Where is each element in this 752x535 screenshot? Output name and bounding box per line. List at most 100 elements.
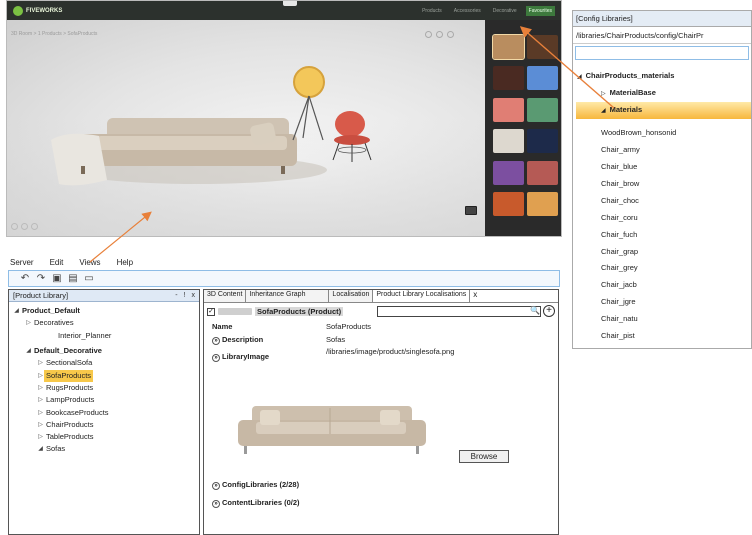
zoom-in-icon[interactable] [425, 31, 432, 38]
close-tab-icon[interactable]: x [470, 290, 480, 302]
tree-item[interactable]: ▷ ChairProducts [9, 419, 199, 431]
expand-icon[interactable]: » [212, 500, 220, 508]
tree-item[interactable]: ▷ BookcaseProducts [9, 406, 199, 418]
config-tree-item[interactable]: Chair_choc [601, 196, 639, 205]
config-tree-item[interactable]: Chair_grey [601, 263, 638, 272]
collapsed-arrow-icon[interactable]: ▷ [37, 357, 44, 369]
expand-icon[interactable]: » [212, 337, 220, 345]
viewer-tab-favourites[interactable]: Favourites [525, 5, 555, 16]
undo-icon[interactable]: ↶ [19, 273, 31, 285]
expanded-arrow-icon[interactable]: ◢ [37, 443, 44, 455]
collapsed-arrow-icon[interactable]: ▷ [601, 91, 606, 97]
rotate-icon[interactable] [447, 31, 454, 38]
expanded-arrow-icon[interactable]: ◢ [25, 345, 32, 357]
config-filter-input[interactable] [575, 46, 749, 60]
tab-inheritance-graph[interactable]: Inheritance Graph [246, 290, 330, 302]
tree-item[interactable]: ▷ RugsProducts [9, 382, 199, 394]
collapsed-arrow-icon[interactable]: ▷ [37, 370, 44, 382]
expanded-arrow-icon[interactable]: ◢ [13, 305, 20, 317]
config-tree-item[interactable]: ◢ ChairProducts_materials [577, 71, 674, 80]
tree-item[interactable]: ▷ Decoratives [9, 317, 199, 329]
3d-viewer[interactable]: FIVEWORKS Products Accessories Decorativ… [6, 0, 562, 237]
material-swatch[interactable] [527, 129, 558, 153]
material-swatch[interactable] [493, 161, 524, 185]
expand-icon[interactable]: » [212, 354, 220, 362]
tab-3d-content[interactable]: 3D Content [204, 290, 247, 302]
product-checkbox[interactable]: ✓ [207, 307, 215, 316]
tree-item[interactable]: ◢ Sofas [9, 443, 199, 455]
name-value[interactable]: SofaProducts [326, 322, 371, 331]
config-tree-item[interactable]: Chair_coru [601, 213, 638, 222]
zoom-out-icon[interactable] [436, 31, 443, 38]
viewer-tab-accessories[interactable]: Accessories [451, 6, 484, 16]
material-swatch[interactable] [493, 129, 524, 153]
config-tree-item[interactable]: WoodBrown_honsonid [601, 128, 676, 137]
minimize-button[interactable]: - [175, 292, 177, 299]
expand-icon[interactable]: » [212, 482, 220, 490]
pan-icon[interactable] [21, 223, 28, 230]
menu-server[interactable]: Server [10, 258, 34, 267]
material-swatch[interactable] [527, 161, 558, 185]
collapsed-arrow-icon[interactable]: ▷ [37, 419, 44, 431]
menu-help[interactable]: Help [117, 258, 133, 267]
save-icon[interactable]: ▣ [51, 273, 63, 285]
config-tree-item[interactable]: Chair_army [601, 145, 640, 154]
fullscreen-icon[interactable] [465, 206, 477, 215]
library-image-path[interactable]: /libraries/image/product/singlesofa.png [326, 347, 454, 356]
menu-views[interactable]: Views [79, 258, 100, 267]
tree-item[interactable]: ▷ SectionalSofa [9, 357, 199, 369]
menu-edit[interactable]: Edit [50, 258, 64, 267]
tab-product-library-localisations[interactable]: Product Library Localisations [373, 290, 471, 302]
collapsed-arrow-icon[interactable]: ▷ [37, 394, 44, 406]
description-value[interactable]: Sofas [326, 335, 345, 344]
material-swatch[interactable] [527, 98, 558, 122]
3d-scene[interactable] [7, 20, 485, 236]
config-tree-item[interactable]: Chair_grap [601, 247, 638, 256]
pin-button[interactable]: ! [184, 292, 186, 299]
collapsed-arrow-icon[interactable]: ▷ [37, 431, 44, 443]
viewer-tab-products[interactable]: Products [419, 6, 445, 16]
material-swatch[interactable] [527, 192, 558, 216]
config-tree-item[interactable]: Chair_jgre [601, 297, 636, 306]
tree-item[interactable]: ◢ Product_Default [9, 305, 199, 317]
redo-icon[interactable]: ↷ [35, 273, 47, 285]
material-swatch[interactable] [527, 35, 558, 59]
config-path[interactable]: /libraries/ChairProducts/config/ChairPr [573, 27, 751, 44]
config-tree-item[interactable]: Chair_pist [601, 331, 635, 340]
viewer-tab-decorative[interactable]: Decorative [490, 6, 520, 16]
description-row[interactable]: » Description [212, 335, 263, 345]
config-tree-item[interactable]: Chair_jacb [601, 280, 637, 289]
collapsed-arrow-icon[interactable]: ▷ [37, 407, 44, 419]
collapse-handle[interactable] [283, 1, 297, 6]
collapsed-arrow-icon[interactable]: ▷ [25, 317, 32, 329]
config-tree-item[interactable]: Chair_fuch [601, 230, 637, 239]
add-icon[interactable]: + [543, 305, 555, 317]
tree-item[interactable]: ◢ Default_Decorative [9, 345, 199, 357]
material-swatch[interactable] [493, 98, 524, 122]
config-tree-item[interactable]: ◢ Materials [601, 105, 642, 114]
folder-icon[interactable]: ▭ [83, 273, 95, 285]
config-tree-item[interactable]: Chair_blue [601, 162, 637, 171]
tab-localisation[interactable]: Localisation [329, 290, 374, 302]
close-button[interactable]: x [192, 292, 196, 299]
search-icon[interactable]: 🔍 [530, 306, 540, 315]
material-swatch[interactable] [493, 66, 524, 90]
edit-icon[interactable]: ▤ [67, 273, 79, 285]
config-libraries-row[interactable]: » ConfigLibraries (2/28) [212, 480, 299, 490]
config-tree-item[interactable]: Chair_natu [601, 314, 638, 323]
library-image-row[interactable]: » LibraryImage [212, 352, 269, 362]
config-tree-item[interactable]: ▷ MaterialBase [601, 88, 656, 97]
material-swatch[interactable] [493, 192, 524, 216]
search-input[interactable] [377, 306, 541, 317]
tree-item[interactable]: ▷ TableProducts [9, 431, 199, 443]
config-tree-item[interactable]: Chair_brow [601, 179, 639, 188]
expanded-arrow-icon[interactable]: ◢ [601, 108, 606, 114]
collapsed-arrow-icon[interactable]: ▷ [37, 382, 44, 394]
tree-item[interactable]: ▷ SofaProducts [9, 369, 199, 382]
content-libraries-row[interactable]: » ContentLibraries (0/2) [212, 498, 300, 508]
reset-view-icon[interactable] [31, 223, 38, 230]
expanded-arrow-icon[interactable]: ◢ [577, 74, 582, 80]
tree-item[interactable]: ▷ LampProducts [9, 394, 199, 406]
browse-button[interactable]: Browse [459, 450, 509, 463]
material-swatch[interactable] [527, 66, 558, 90]
